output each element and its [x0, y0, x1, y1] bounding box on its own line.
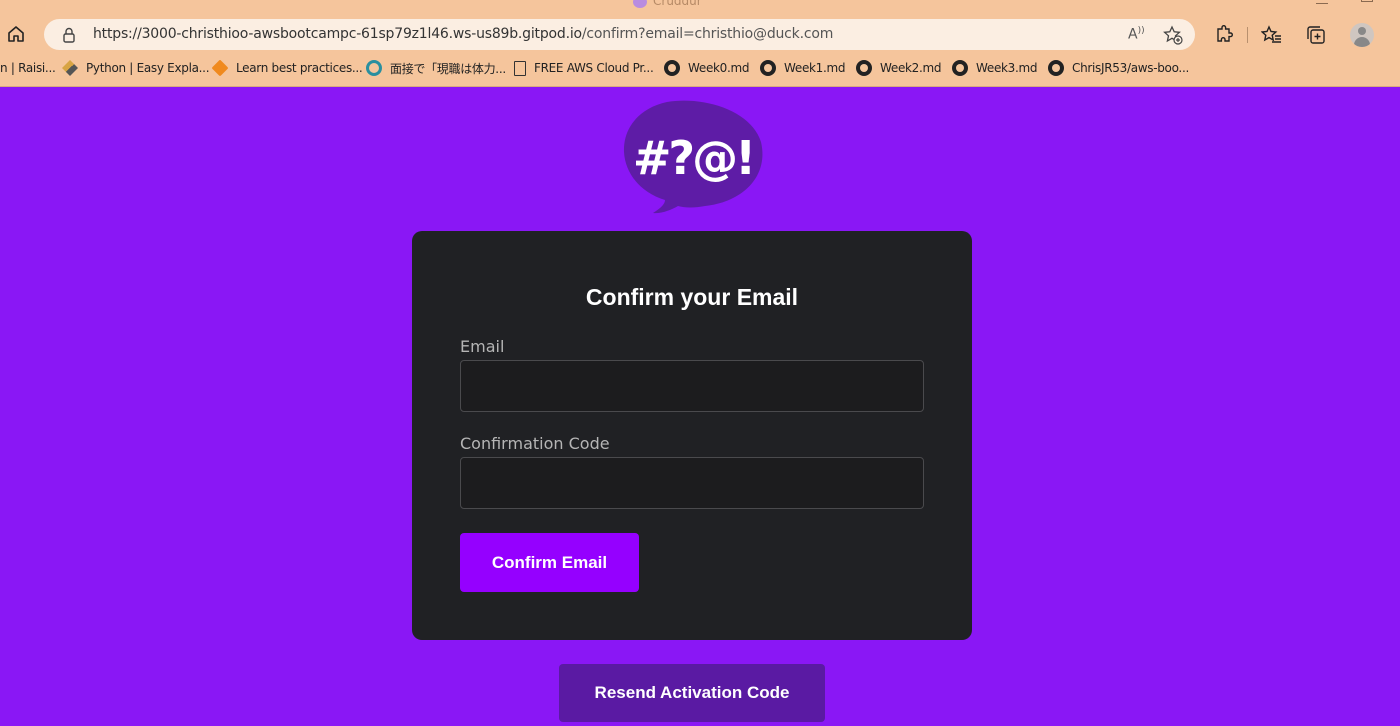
bookmarks-bar: n | Raisi... Python | Easy Expla... Lear… — [0, 58, 1400, 78]
bookmark-item[interactable]: Week0.md — [664, 58, 750, 78]
confirm-email-button[interactable]: Confirm Email — [460, 533, 639, 592]
email-label: Email — [460, 337, 505, 356]
site-icon — [366, 60, 382, 76]
url-text[interactable]: https://3000-christhioo-awsbootcampc-61s… — [93, 26, 833, 42]
bookmark-item[interactable]: FREE AWS Cloud Pr... — [514, 58, 654, 78]
extensions-icon[interactable] — [1212, 24, 1234, 46]
app-favicon-icon — [633, 0, 647, 8]
bookmark-item[interactable]: Week3.md — [952, 58, 1038, 78]
github-icon — [856, 60, 872, 76]
bookmark-item[interactable]: ChrisJR53/aws-boo... — [1048, 58, 1189, 78]
confirmation-code-field[interactable] — [460, 457, 924, 509]
python-icon — [62, 60, 78, 76]
logo-text: #?@! — [633, 131, 753, 185]
github-icon — [1048, 60, 1064, 76]
resend-activation-code-button[interactable]: Resend Activation Code — [559, 664, 825, 722]
bookmark-item[interactable]: Week1.md — [760, 58, 846, 78]
bookmark-item[interactable]: Python | Easy Expla... — [62, 58, 210, 78]
github-icon — [952, 60, 968, 76]
browser-chrome: Cruddur https://3000-christhioo-awsbootc… — [0, 0, 1400, 87]
profile-avatar[interactable] — [1350, 23, 1374, 47]
github-icon — [664, 60, 680, 76]
page-title: Confirm your Email — [585, 284, 799, 310]
confirmation-code-label: Confirmation Code — [460, 434, 610, 453]
aws-cube-icon — [211, 59, 229, 77]
lock-icon[interactable] — [62, 27, 76, 43]
window-title: Cruddur — [633, 0, 702, 8]
toolbar-divider — [1247, 27, 1248, 43]
github-icon — [760, 60, 776, 76]
cruddur-logo: #?@! — [623, 100, 763, 214]
bookmark-item[interactable]: 面接で「現職は体力... — [366, 58, 506, 78]
home-icon[interactable] — [6, 24, 26, 44]
minimize-button[interactable] — [1316, 0, 1328, 4]
add-favorite-icon[interactable] — [1163, 25, 1183, 45]
confirm-card: Confirm your Email Email Confirmation Co… — [412, 231, 972, 640]
bookmark-item[interactable]: Week2.md — [856, 58, 942, 78]
document-icon — [514, 60, 526, 76]
collections-icon[interactable] — [1305, 24, 1327, 46]
bookmark-item[interactable]: n | Raisi... — [0, 58, 56, 78]
email-field[interactable] — [460, 360, 924, 412]
read-aloud-icon[interactable]: A)) — [1128, 26, 1145, 43]
address-bar[interactable]: https://3000-christhioo-awsbootcampc-61s… — [44, 19, 1195, 50]
favorites-icon[interactable] — [1261, 24, 1283, 46]
maximize-button[interactable] — [1361, 0, 1373, 2]
bookmark-item[interactable]: Learn best practices... — [211, 58, 363, 78]
